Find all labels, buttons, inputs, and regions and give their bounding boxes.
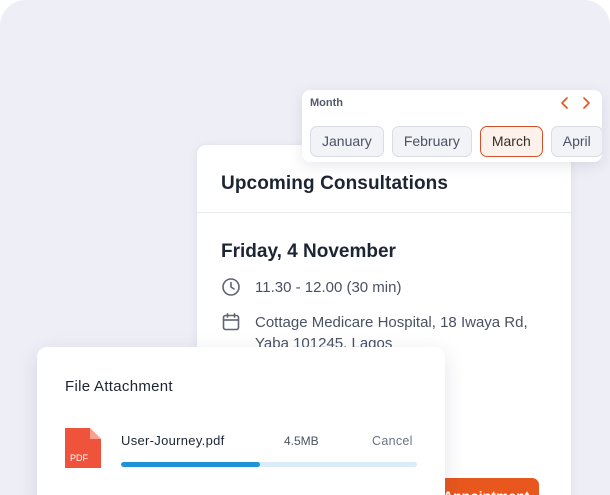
calendar-icon: [222, 312, 240, 331]
chevron-left-icon[interactable]: [557, 95, 573, 111]
month-label: Month: [310, 97, 343, 109]
consultation-time: 11.30 - 12.00 (30 min): [255, 279, 402, 296]
file-name: User-Journey.pdf: [121, 433, 225, 448]
file-attachment-title: File Attachment: [65, 378, 173, 395]
month-chip-march[interactable]: March: [479, 126, 543, 157]
consultation-date: Friday, 4 November: [221, 241, 396, 262]
month-chip-february[interactable]: February: [391, 126, 472, 157]
month-chip-april[interactable]: April: [550, 126, 602, 157]
pdf-file-icon: PDF: [65, 428, 101, 468]
clock-icon: [222, 278, 240, 296]
file-attachment-card: File Attachment PDF User-Journey.pdf 4.5…: [37, 347, 445, 495]
consultations-title: Upcoming Consultations: [221, 173, 449, 194]
consultation-time-row: 11.30 - 12.00 (30 min): [221, 277, 555, 298]
upload-progress-bar: [121, 462, 417, 467]
cancel-upload-button[interactable]: Cancel: [372, 434, 413, 448]
pdf-badge-text: PDF: [70, 453, 89, 463]
month-chip-january[interactable]: January: [310, 126, 384, 157]
month-chips: January February March April: [310, 126, 602, 157]
appointment-button[interactable]: Appointment: [431, 478, 539, 495]
month-picker: Month January February March April: [302, 90, 602, 162]
chevron-right-icon[interactable]: [578, 95, 594, 111]
file-size: 4.5MB: [284, 434, 319, 448]
upload-progress-fill: [121, 462, 261, 467]
